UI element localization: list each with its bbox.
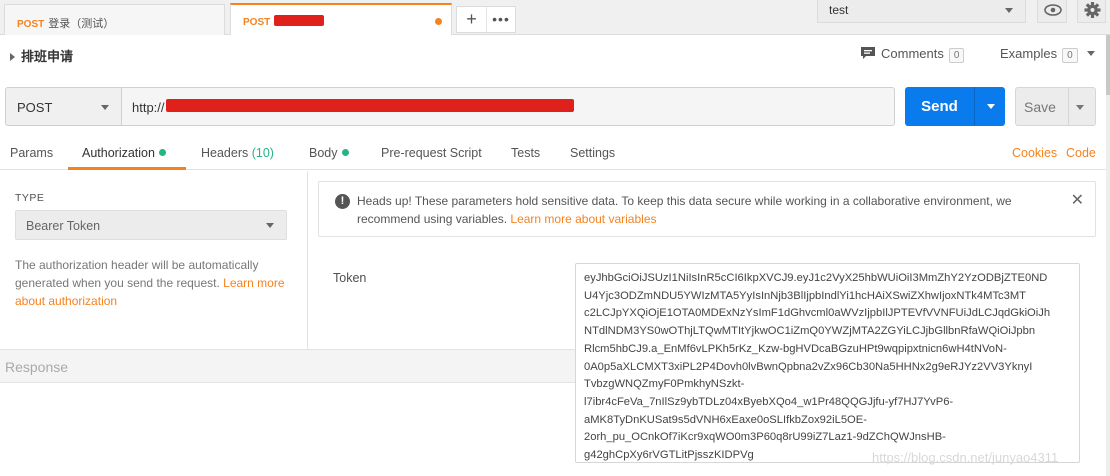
tab-authorization[interactable]: Authorization: [82, 146, 166, 160]
request-tab-active[interactable]: POST: [230, 3, 452, 35]
examples-label: Examples: [1000, 46, 1058, 61]
redacted-title: [274, 15, 325, 26]
examples-button[interactable]: Examples 0: [1000, 46, 1096, 63]
token-line: c2LCJpYXQiOjE1OTA0MDExNzYsImF1dGhvcml0aW…: [584, 307, 1051, 320]
chevron-down-icon: [101, 105, 109, 110]
comments-button[interactable]: Comments 0: [860, 46, 965, 63]
comments-count: 0: [948, 48, 965, 63]
status-dot-icon: [341, 149, 349, 156]
save-divider: [1068, 88, 1069, 125]
sensitive-data-banner: ! Heads up! These parameters hold sensit…: [318, 181, 1096, 237]
tab-prerequest-label: Pre-request Script: [381, 146, 482, 160]
examples-count: 0: [1062, 48, 1078, 63]
send-label: Send: [921, 98, 958, 115]
token-line: 0A0p5aXLCMXT3xiPL2P4Dovh0lvBwnQpbna2vZx9…: [584, 360, 1033, 373]
chevron-down-icon: [1087, 51, 1096, 56]
caret-right-icon: [10, 53, 15, 61]
save-options-chevron-icon[interactable]: [1076, 105, 1084, 110]
tab-body-label: Body: [309, 146, 338, 160]
unsaved-indicator: [435, 18, 442, 25]
environment-value: test: [829, 3, 849, 17]
tab-params[interactable]: Params: [10, 146, 53, 160]
tab-actions: + •••: [456, 6, 516, 33]
learn-more-variables-link[interactable]: Learn more about variables: [510, 212, 656, 226]
tab-headers-label: Headers: [201, 146, 249, 160]
tab-settings[interactable]: Settings: [570, 146, 615, 160]
tab-params-label: Params: [10, 146, 54, 160]
auth-type-value: Bearer Token: [26, 219, 101, 233]
token-line: eyJhbGciOiJSUzI1NiIsInR5cCI6IkpXVCJ9.eyJ…: [584, 272, 1048, 284]
code-link[interactable]: Code: [1066, 146, 1096, 160]
tab-headers[interactable]: Headers (10): [201, 146, 274, 160]
token-line: l7ibr4cFeVa_7nIlSz9ybTDLz04xByebXQo4_w1P…: [584, 395, 954, 408]
url-input[interactable]: http://: [121, 87, 895, 126]
auth-type-select[interactable]: Bearer Token: [15, 210, 287, 240]
request-name-text: 排班申请: [21, 49, 74, 64]
send-options-chevron-icon[interactable]: [987, 104, 995, 109]
token-line: NTdlNDM3YS0wOThjLTQwMTItYjkwOC1iZmQ0YWZj…: [584, 325, 1036, 338]
tab-authorization-label: Authorization: [82, 146, 155, 160]
chevron-down-icon: [266, 223, 274, 228]
new-tab-button[interactable]: +: [457, 7, 486, 32]
info-icon: !: [335, 194, 350, 209]
environment-settings-button[interactable]: [1077, 0, 1106, 23]
chevron-down-icon: [1005, 8, 1013, 13]
environment-quick-look-button[interactable]: [1037, 0, 1067, 23]
token-line: U4Yjc3ODZmNDU5YWIzMTA5YyIsInNjb3BlIjpbIn…: [584, 289, 1027, 302]
send-button[interactable]: Send: [905, 87, 1005, 126]
response-label: Response: [5, 359, 69, 375]
token-line: TvbzgWNQZmyF0PmkhyNSzkt-: [584, 378, 745, 391]
eye-icon: [1044, 4, 1062, 16]
headers-count: (10): [251, 146, 274, 160]
watermark: https://blog.csdn.net/junyao4311: [872, 450, 1059, 465]
comments-label: Comments: [881, 46, 944, 61]
tab-tests-label: Tests: [511, 146, 541, 160]
response-section-header[interactable]: Response: [0, 349, 575, 383]
method-select[interactable]: POST: [5, 87, 122, 126]
token-line: aMK8TyDnKUSat9s5dVNH6xEaxe0oSLIfkbZox92i…: [584, 413, 867, 426]
token-input[interactable]: eyJhbGciOiJSUzI1NiIsInR5cCI6IkpXVCJ9.eyJ…: [575, 263, 1080, 463]
redacted-url: [166, 99, 574, 112]
comment-icon: [861, 47, 875, 59]
scrollbar-thumb[interactable]: [1106, 35, 1110, 95]
auth-description: The authorization header will be automat…: [15, 256, 285, 310]
save-label: Save: [1024, 99, 1056, 115]
tab-tests[interactable]: Tests: [511, 146, 540, 160]
environment-select[interactable]: test: [817, 0, 1026, 23]
banner-text: Heads up! These parameters hold sensitiv…: [357, 194, 1012, 226]
method-value: POST: [17, 100, 53, 115]
save-button[interactable]: Save: [1015, 87, 1096, 126]
status-dot-icon: [158, 149, 166, 156]
url-prefix: http://: [132, 100, 165, 115]
request-name[interactable]: 排班申请: [10, 46, 73, 65]
banner-message: Heads up! These parameters hold sensitiv…: [357, 192, 1057, 228]
close-icon[interactable]: ✕: [1071, 193, 1084, 209]
send-divider: [974, 87, 975, 126]
tab-method-label: POST: [17, 19, 45, 30]
tab-method-label: POST: [243, 17, 271, 28]
token-line: 2orh_pu_OCnkOf7iKcr9xqWO0m3P60q8rU99iZ7L…: [584, 431, 946, 444]
token-label: Token: [333, 271, 367, 285]
vertical-scrollbar[interactable]: [1106, 35, 1110, 476]
tab-prerequest-script[interactable]: Pre-request Script: [381, 146, 482, 160]
request-tab-login[interactable]: POST 登录（测试）: [4, 4, 225, 35]
tab-title: 登录（测试）: [48, 18, 115, 30]
more-tabs-button[interactable]: •••: [486, 7, 515, 32]
token-line: Rlcm5hbCJ9.a_EnMf6vLPKh5rKz_Kzw-bgHVDcaB…: [584, 342, 1007, 355]
tab-settings-label: Settings: [570, 146, 616, 160]
auth-description-text: The authorization header will be automat…: [15, 258, 259, 290]
active-tab-underline: [68, 167, 186, 170]
cookies-link[interactable]: Cookies: [1012, 146, 1057, 160]
auth-type-heading: TYPE: [15, 192, 45, 204]
tab-body[interactable]: Body: [309, 146, 349, 160]
gear-icon: [1084, 2, 1101, 18]
